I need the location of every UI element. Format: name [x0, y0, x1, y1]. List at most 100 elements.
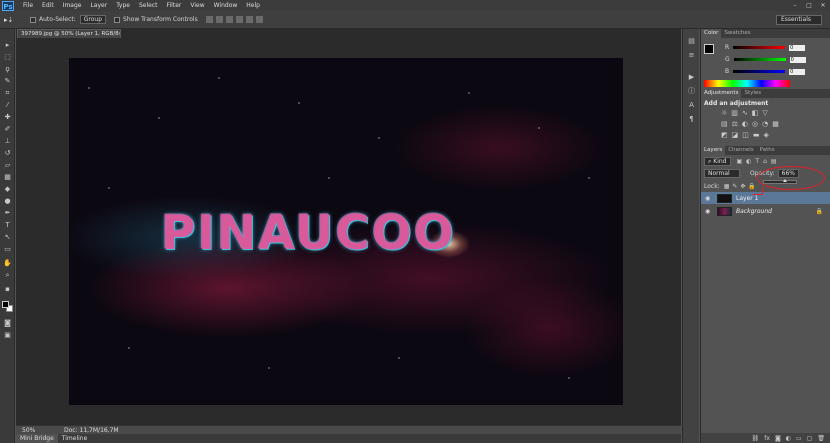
eyedropper-tool-icon[interactable]: ⁄ — [3, 101, 12, 109]
color-swatches[interactable] — [2, 301, 13, 312]
healing-brush-tool-icon[interactable]: ✚ — [3, 113, 12, 121]
menu-filter[interactable]: Filter — [167, 2, 182, 9]
add-mask-icon[interactable]: ◙ — [775, 435, 781, 442]
channel-g-value[interactable]: 0 — [789, 56, 806, 63]
channel-mixer-icon[interactable]: ◔ — [762, 120, 768, 128]
menu-edit[interactable]: Edit — [42, 2, 54, 9]
menu-image[interactable]: Image — [63, 2, 82, 9]
actions-panel-icon[interactable]: ▶ — [687, 73, 696, 81]
type-tool-icon[interactable]: T — [3, 221, 12, 229]
color-balance-icon[interactable]: ⚖ — [732, 120, 738, 128]
lasso-tool-icon[interactable]: ϙ — [3, 65, 12, 73]
eraser-tool-icon[interactable]: ▱ — [3, 161, 12, 169]
info-panel-icon[interactable]: ⓘ — [687, 87, 696, 95]
blur-tool-icon[interactable]: ◆ — [3, 185, 12, 193]
tab-layers[interactable]: Layers — [701, 146, 726, 155]
align-bottom-icon[interactable] — [225, 16, 233, 23]
document-canvas[interactable]: PINAUCOO — [69, 58, 623, 405]
align-middle-icon[interactable] — [215, 16, 223, 23]
photo-filter-icon[interactable]: ◎ — [752, 120, 758, 128]
history-panel-icon[interactable]: ▤ — [687, 37, 696, 45]
minimize-button[interactable]: – — [788, 0, 802, 11]
hand-tool-icon[interactable]: ✋ — [3, 259, 12, 267]
workspace-dropdown[interactable]: Essentials — [776, 15, 822, 25]
tab-mini-bridge[interactable]: Mini Bridge — [16, 434, 58, 443]
tab-swatches[interactable]: Swatches — [721, 29, 753, 38]
marquee-tool-icon[interactable]: ⬚ — [3, 53, 12, 61]
new-layer-icon[interactable]: ▢ — [807, 435, 813, 442]
maximize-button[interactable]: □ — [802, 0, 816, 11]
link-layers-icon[interactable]: ⛓ — [752, 435, 760, 442]
align-left-icon[interactable] — [235, 16, 243, 23]
tab-styles[interactable]: Styles — [741, 89, 764, 98]
tab-paths[interactable]: Paths — [757, 146, 778, 155]
menu-help[interactable]: Help — [246, 2, 260, 9]
paragraph-panel-icon[interactable]: ¶ — [687, 115, 696, 123]
levels-icon[interactable]: ▥ — [731, 109, 738, 117]
menu-window[interactable]: Window — [214, 2, 238, 9]
align-top-icon[interactable] — [205, 16, 213, 23]
layer-row-background[interactable]: ◉ Background 🔒 — [701, 205, 830, 217]
channel-r-slider[interactable] — [733, 46, 786, 49]
channel-r-value[interactable]: 0 — [789, 44, 806, 51]
move-tool-icon[interactable]: ▸ — [3, 41, 12, 49]
quick-mask-icon[interactable]: ◙ — [3, 319, 12, 327]
invert-icon[interactable]: ◩ — [721, 131, 728, 139]
layer-name[interactable]: Layer 1 — [736, 195, 758, 202]
crop-tool-icon[interactable]: ⌗ — [3, 89, 12, 97]
screen-mode-icon[interactable]: ▣ — [3, 331, 12, 339]
blend-mode-dropdown[interactable]: Normal — [704, 169, 740, 178]
menu-view[interactable]: View — [190, 2, 204, 9]
visibility-eye-icon[interactable]: ◉ — [705, 195, 713, 202]
posterize-icon[interactable]: ◪ — [732, 131, 739, 139]
doc-size[interactable]: Doc: 11,7M/16,7M — [64, 427, 119, 434]
clone-stamp-tool-icon[interactable]: ⊥ — [3, 137, 12, 145]
tab-color[interactable]: Color — [701, 29, 722, 38]
exposure-icon[interactable]: ◧ — [752, 109, 759, 117]
auto-select-checkbox[interactable] — [30, 16, 36, 23]
brush-tool-icon[interactable]: ✐ — [3, 125, 12, 133]
gradient-tool-icon[interactable]: ▦ — [3, 173, 12, 181]
move-tool-preset-icon[interactable]: ▸⇣ — [4, 16, 22, 24]
color-spectrum-ramp[interactable] — [704, 80, 790, 87]
curves-icon[interactable]: ∿ — [742, 109, 748, 117]
gradient-map-icon[interactable]: ▬ — [753, 131, 760, 139]
hue-saturation-icon[interactable]: ▤ — [721, 120, 728, 128]
new-adjustment-icon[interactable]: ◐ — [786, 435, 791, 442]
menu-select[interactable]: Select — [139, 2, 158, 9]
brightness-icon[interactable]: ☼ — [721, 109, 727, 117]
show-transform-checkbox[interactable] — [114, 16, 121, 23]
channel-b-slider[interactable] — [733, 70, 786, 73]
black-white-icon[interactable]: ◐ — [742, 120, 748, 128]
character-panel-icon[interactable]: A — [687, 101, 696, 109]
layer-name[interactable]: Background — [736, 208, 772, 215]
zoom-level[interactable]: 50% — [16, 427, 46, 434]
color-panel-foreground-swatch[interactable] — [704, 44, 714, 54]
foreground-color-swatch[interactable] — [2, 301, 9, 308]
zoom-tool-icon[interactable]: ⌕ — [3, 271, 12, 279]
default-colors-icon[interactable]: ▪ — [3, 285, 12, 293]
threshold-icon[interactable]: ◫ — [742, 131, 749, 139]
new-group-icon[interactable]: ▭ — [796, 435, 802, 442]
history-brush-tool-icon[interactable]: ↺ — [3, 149, 12, 157]
layer-filter-icons[interactable]: ▣◐T⌂▤ — [737, 158, 781, 165]
channel-b-value[interactable]: 0 — [789, 68, 806, 75]
vibrance-icon[interactable]: ▽ — [762, 109, 767, 117]
quick-select-tool-icon[interactable]: ✎ — [3, 77, 12, 85]
auto-select-dropdown[interactable]: Group — [79, 15, 107, 24]
color-lookup-icon[interactable]: ▦ — [772, 120, 779, 128]
properties-panel-icon[interactable]: ≡ — [687, 51, 696, 59]
tab-adjustments[interactable]: Adjustments — [701, 89, 742, 98]
path-selection-tool-icon[interactable]: ↖ — [3, 233, 12, 241]
visibility-eye-icon[interactable]: ◉ — [705, 208, 713, 215]
layer-filter-dropdown[interactable]: ⌕ Kind — [704, 157, 731, 166]
menu-file[interactable]: File — [23, 2, 33, 9]
pen-tool-icon[interactable]: ✒ — [3, 209, 12, 217]
selective-color-icon[interactable]: ◈ — [764, 131, 769, 139]
align-right-icon[interactable] — [255, 16, 263, 23]
document-tab[interactable]: 397989.jpg @ 50% (Layer 1, RGB/8#) * — [17, 29, 121, 38]
channel-g-slider[interactable] — [733, 58, 786, 61]
layer-row-layer-1[interactable]: ◉ Layer 1 — [701, 192, 830, 204]
dodge-tool-icon[interactable]: ● — [3, 197, 12, 205]
delete-layer-icon[interactable]: 🗑 — [817, 435, 825, 442]
